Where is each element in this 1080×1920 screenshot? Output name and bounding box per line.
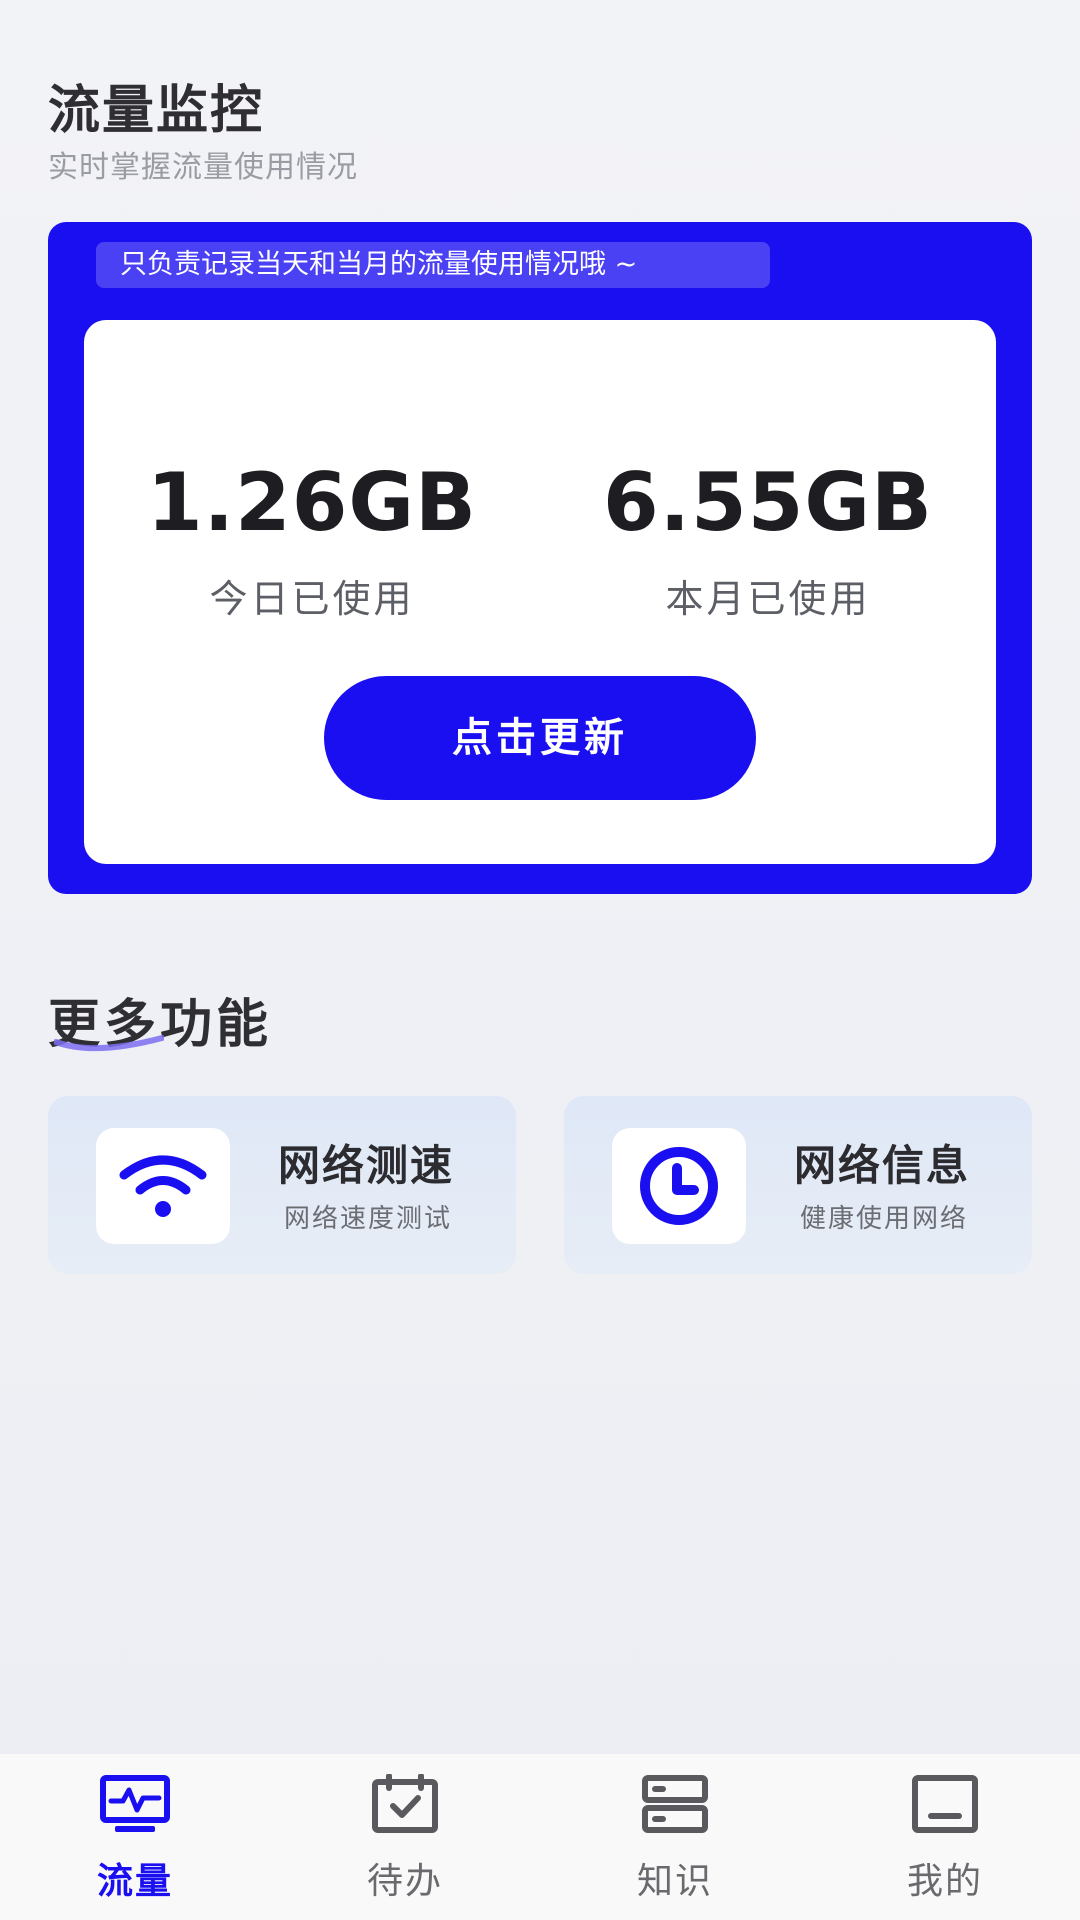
today-usage-value: 1.26GB [146,456,478,549]
page-subtitle: 实时掌握流量使用情况 [48,150,358,185]
month-usage-value: 6.55GB [602,456,934,549]
usage-stats-panel: 1.26GB 今日已使用 6.55GB 本月已使用 点击更新 [84,320,996,864]
usage-notice: 只负责记录当天和当月的流量使用情况哦 ~ [96,242,770,288]
network-info-subtitle: 健康使用网络 [800,1204,969,1234]
network-info-card[interactable]: 网络信息 健康使用网络 [564,1096,1032,1274]
nav-label-knowledge: 知识 [636,1861,713,1902]
server-icon [642,1775,708,1833]
monitor-pulse-icon [100,1775,170,1832]
profile-box-icon [912,1775,978,1833]
month-usage-label: 本月已使用 [665,577,871,621]
page: 流量监控 实时掌握流量使用情况 只负责记录当天和当月的流量使用情况哦 ~ 1.2… [0,0,1080,1920]
nav-label-profile: 我的 [906,1861,983,1902]
speed-test-card[interactable]: 网络测速 网络速度测试 [48,1096,516,1274]
page-title: 流量监控 [48,81,265,141]
network-info-title: 网络信息 [794,1141,971,1190]
nav-item-knowledge[interactable]: 知识 [540,1754,810,1920]
month-usage-stat: 6.55GB 本月已使用 [540,458,996,623]
today-usage-label: 今日已使用 [209,577,415,621]
today-usage-stat: 1.26GB 今日已使用 [84,458,540,623]
bottom-nav: 流量 待办 知识 我的 [0,1754,1080,1920]
wifi-icon [96,1128,230,1244]
nav-label-todo: 待办 [366,1861,443,1902]
calendar-check-icon [372,1774,438,1833]
nav-label-traffic: 流量 [96,1861,173,1902]
nav-item-profile[interactable]: 我的 [810,1754,1080,1920]
nav-item-todo[interactable]: 待办 [270,1754,540,1920]
title-underline-decoration [54,1035,164,1052]
speed-test-subtitle: 网络速度测试 [284,1204,453,1234]
speed-test-title: 网络测速 [278,1141,455,1190]
usage-card: 只负责记录当天和当月的流量使用情况哦 ~ 1.26GB 今日已使用 6.55GB… [48,222,1032,894]
clock-icon [612,1128,746,1244]
refresh-button[interactable]: 点击更新 [324,676,756,800]
nav-item-traffic[interactable]: 流量 [0,1754,270,1920]
